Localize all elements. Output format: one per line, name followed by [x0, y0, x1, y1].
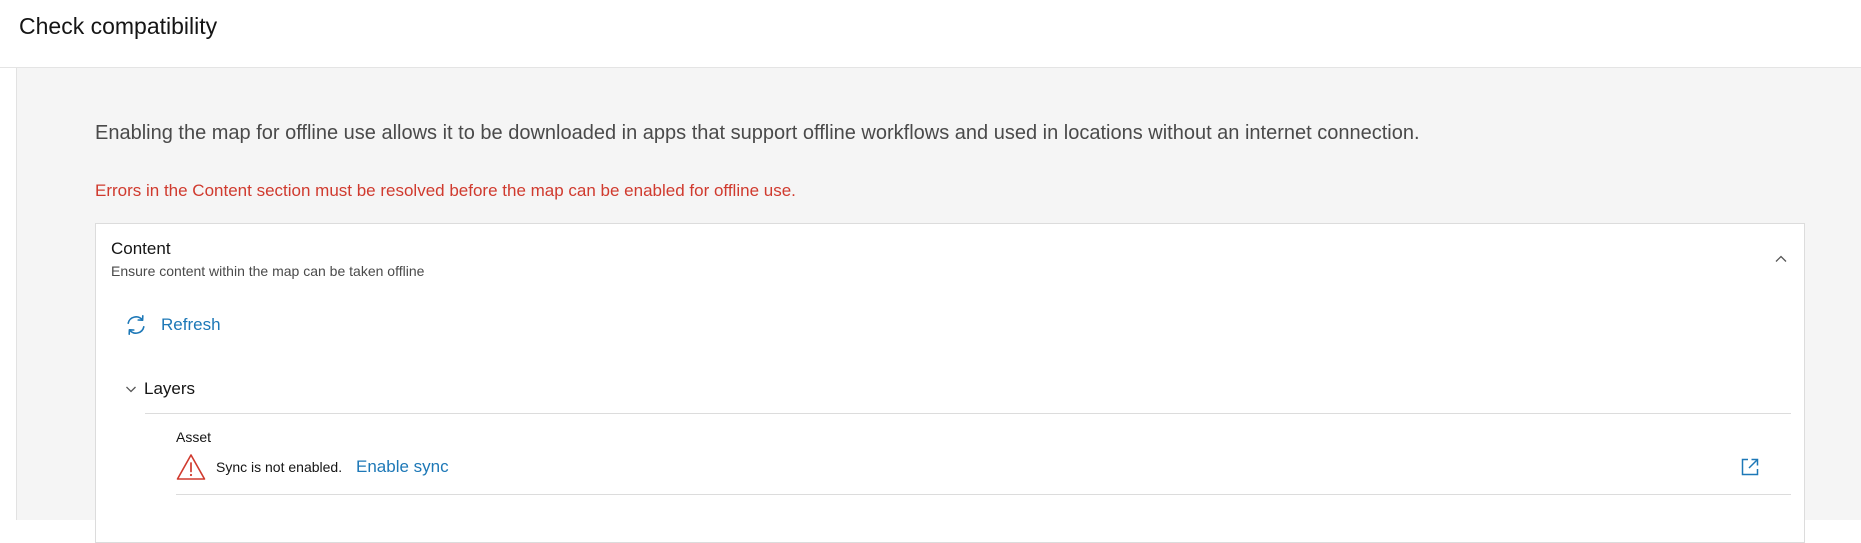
external-link-icon: [1741, 458, 1759, 476]
intro-text: Enabling the map for offline use allows …: [95, 122, 1420, 144]
main-content: Enabling the map for offline use allows …: [16, 68, 1861, 543]
chevron-down-icon: [126, 386, 136, 393]
warning-icon: [176, 454, 206, 480]
layer-divider: [176, 494, 1791, 495]
collapse-button[interactable]: [1772, 250, 1790, 268]
layer-status: Sync is not enabled.: [216, 459, 343, 475]
refresh-icon: [127, 314, 145, 336]
panel-title: Content: [111, 239, 171, 258]
page-header: Check compatibility: [0, 0, 1861, 68]
layers-label: Layers: [144, 379, 196, 398]
enable-sync-link[interactable]: Enable sync: [356, 456, 449, 478]
page-title: Check compatibility: [19, 13, 218, 39]
panel-subtitle: Ensure content within the map can be tak…: [111, 263, 425, 279]
chevron-up-icon: [1775, 255, 1787, 262]
layers-divider: [145, 413, 1791, 414]
layer-name: Asset: [176, 429, 212, 445]
layers-toggle[interactable]: Layers: [124, 378, 195, 400]
refresh-label: Refresh: [161, 315, 221, 334]
refresh-button[interactable]: Refresh: [124, 312, 221, 338]
open-layer-button[interactable]: [1739, 456, 1761, 478]
content-panel: Content Ensure content within the map ca…: [95, 223, 1805, 543]
error-message: Errors in the Content section must be re…: [95, 181, 796, 200]
